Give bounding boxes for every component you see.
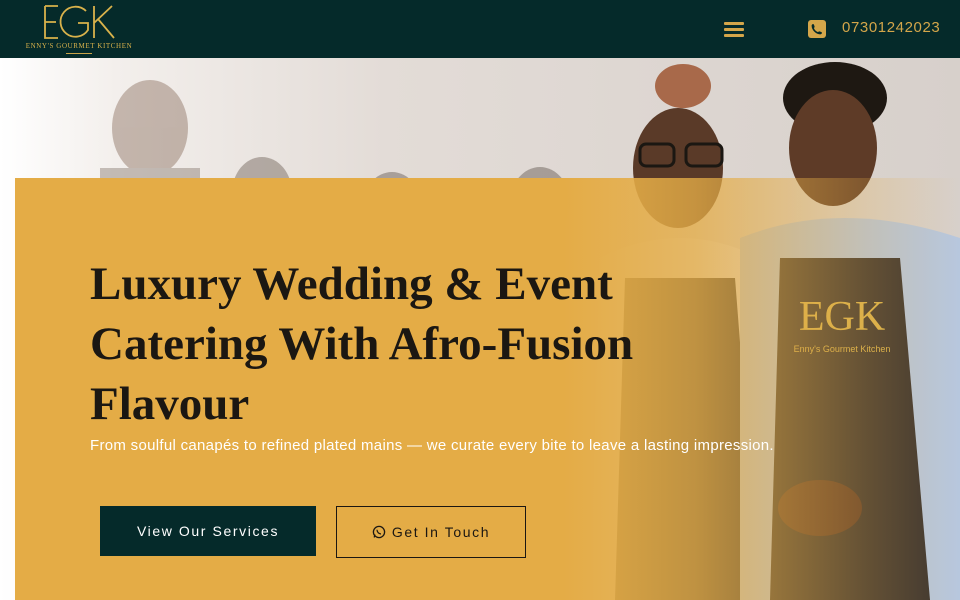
menu-icon[interactable]	[722, 18, 746, 40]
phone-number-link[interactable]: 07301242023	[842, 19, 940, 36]
logo-divider	[66, 53, 92, 54]
logo-mark-icon	[44, 5, 115, 39]
whatsapp-icon	[372, 525, 386, 539]
hero-heading: Luxury Wedding & Event Catering With Afr…	[90, 258, 634, 430]
logo-subtitle: ENNY'S GOURMET KITCHEN	[25, 42, 133, 50]
site-logo[interactable]: ENNY'S GOURMET KITCHEN	[22, 2, 136, 56]
site-header: ENNY'S GOURMET KITCHEN 07301242023	[0, 0, 960, 58]
get-in-touch-button[interactable]: Get In Touch	[336, 506, 526, 558]
get-in-touch-label: Get In Touch	[391, 524, 491, 540]
hero-subheading: From soulful canapés to refined plated m…	[90, 437, 774, 454]
view-services-label: View Our Services	[136, 523, 280, 539]
view-services-button[interactable]: View Our Services	[100, 506, 316, 556]
phone-icon[interactable]	[808, 20, 826, 38]
